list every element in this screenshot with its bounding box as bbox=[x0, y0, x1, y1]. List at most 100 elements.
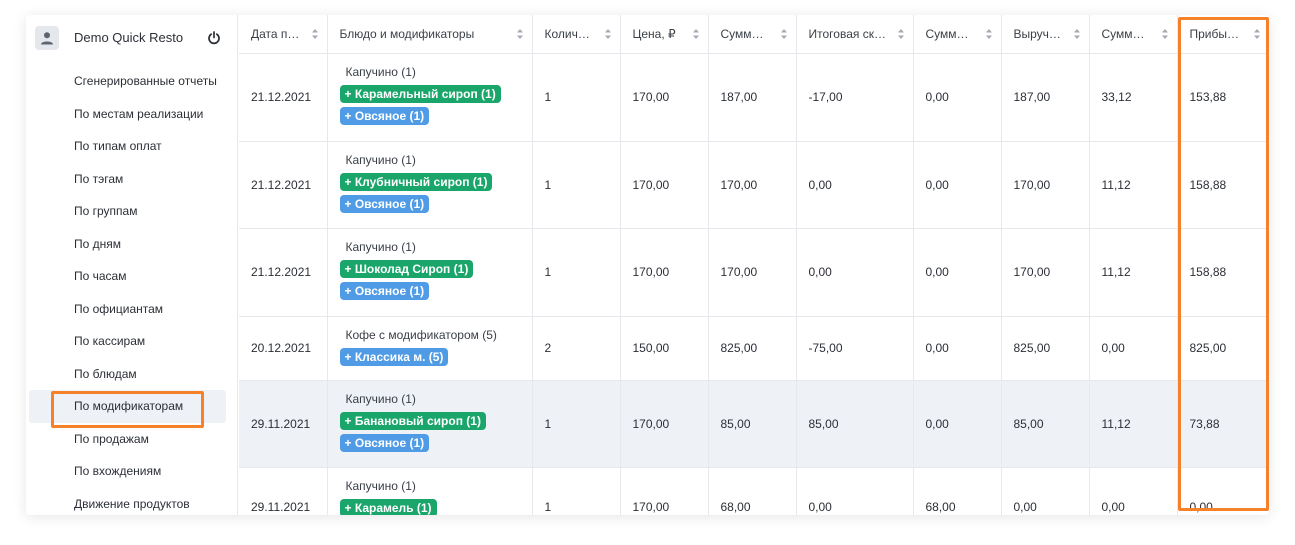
menu-item-days[interactable]: По дням bbox=[26, 228, 238, 261]
cell-cost: 11,12 bbox=[1089, 141, 1178, 229]
cell-discount: 85,00 bbox=[796, 380, 914, 468]
cell-dish: Капучино (1) + Карамельный сироп (1) + Овс… bbox=[327, 53, 533, 142]
sort-icon[interactable] bbox=[604, 28, 612, 40]
menu-item-dishes[interactable]: По блюдам bbox=[26, 358, 238, 391]
cell-price: 170,00 bbox=[620, 141, 709, 229]
cell-date: 21.12.2021 bbox=[239, 141, 328, 229]
modifier-tag: + Овсяное (1) bbox=[339, 433, 430, 452]
menu-item-entries[interactable]: По вхождениям bbox=[26, 455, 238, 488]
user-icon[interactable] bbox=[35, 26, 59, 50]
menu-item-generated[interactable]: Сгенерированные отчеты bbox=[26, 65, 238, 98]
report-menu: Сгенерированные отчеты По местам реализа… bbox=[26, 65, 238, 515]
cell-revenue: 170,00 bbox=[1001, 141, 1090, 229]
menu-item-modifiers[interactable]: По модификаторам bbox=[29, 390, 226, 423]
user-row[interactable]: Demo Quick Resto bbox=[26, 15, 238, 61]
dish-name: Капучино (1) bbox=[345, 239, 416, 254]
sidebar: Demo Quick Resto Сгенерированные отчеты … bbox=[26, 15, 238, 515]
sort-icon[interactable] bbox=[1073, 28, 1081, 40]
menu-item-waiters[interactable]: По официантам bbox=[26, 293, 238, 326]
header-label: Количес... bbox=[544, 27, 594, 42]
cell-cost: 33,12 bbox=[1089, 53, 1178, 142]
cell-profit: 153,88 bbox=[1177, 53, 1269, 142]
menu-item-payment-types[interactable]: По типам оплат bbox=[26, 130, 238, 163]
header-label: Сумма в... bbox=[925, 27, 975, 42]
header-col-revenue[interactable]: Выручка... bbox=[1001, 15, 1090, 54]
sort-icon[interactable] bbox=[780, 28, 788, 40]
menu-item-sales[interactable]: По продажам bbox=[26, 423, 238, 456]
cell-discount: 0,00 bbox=[796, 467, 914, 515]
cell-dish: Капучино (1) + Шоколад Сироп (1) + Овсяное… bbox=[327, 228, 533, 317]
table-row[interactable]: 21.12.2021 Капучино (1) + Шоколад Сироп (1… bbox=[239, 228, 1269, 317]
sort-icon[interactable] bbox=[897, 28, 905, 40]
header-col-sum-v[interactable]: Сумма в... bbox=[913, 15, 1002, 54]
cell-date: 21.12.2021 bbox=[239, 53, 328, 142]
sort-icon[interactable] bbox=[1161, 28, 1169, 40]
menu-item-product-movement[interactable]: Движение продуктов bbox=[26, 488, 238, 516]
cell-sum: 187,00 bbox=[708, 53, 797, 142]
menu-item-hours[interactable]: По часам bbox=[26, 260, 238, 293]
header-col-dish[interactable]: Блюдо и модификаторы bbox=[327, 15, 533, 54]
header-col-cost[interactable]: Сумма с... bbox=[1089, 15, 1178, 54]
cell-profit: 825,00 bbox=[1177, 316, 1269, 381]
menu-item-places[interactable]: По местам реализации bbox=[26, 98, 238, 131]
table-row[interactable]: 29.11.2021 Капучино (1) + Карамель (1) 1 170… bbox=[239, 467, 1269, 515]
cell-cost: 0,00 bbox=[1089, 467, 1178, 515]
cell-cost: 11,12 bbox=[1089, 228, 1178, 317]
cell-date: 21.12.2021 bbox=[239, 228, 328, 317]
cell-price: 170,00 bbox=[620, 380, 709, 468]
header-col-sum[interactable]: Сумма п... bbox=[708, 15, 797, 54]
menu-item-cashiers[interactable]: По кассирам bbox=[26, 325, 238, 358]
cell-discount: -17,00 bbox=[796, 53, 914, 142]
table-row[interactable]: 20.12.2021 Кофе с модификатором (5) + Клас… bbox=[239, 316, 1269, 381]
header-label: Сумма с... bbox=[1101, 27, 1151, 42]
cell-sum: 85,00 bbox=[708, 380, 797, 468]
cell-discount: 0,00 bbox=[796, 141, 914, 229]
header-label: Итоговая ски... bbox=[808, 27, 887, 42]
header-col-profit[interactable]: Прибыл... bbox=[1177, 15, 1269, 54]
header-label: Выручка... bbox=[1013, 27, 1063, 42]
header-col-discount[interactable]: Итоговая ски... bbox=[796, 15, 914, 54]
sort-icon[interactable] bbox=[692, 28, 700, 40]
cell-date: 29.11.2021 bbox=[239, 467, 328, 515]
sort-icon[interactable] bbox=[311, 28, 319, 40]
cell-cost: 11,12 bbox=[1089, 380, 1178, 468]
cell-date: 20.12.2021 bbox=[239, 316, 328, 381]
cell-discount: -75,00 bbox=[796, 316, 914, 381]
cell-sum: 170,00 bbox=[708, 141, 797, 229]
modifier-tag: + Овсяное (1) bbox=[339, 106, 430, 125]
cell-dish: Капучино (1) + Карамель (1) bbox=[327, 467, 533, 515]
cell-sum-v: 0,00 bbox=[913, 53, 1002, 142]
sort-icon[interactable] bbox=[1253, 28, 1261, 40]
cell-sum-v: 68,00 bbox=[913, 467, 1002, 515]
cell-dish: Кофе с модификатором (5) + Классика м. (5… bbox=[327, 316, 533, 381]
header-col-price[interactable]: Цена, ₽ bbox=[620, 15, 709, 54]
cell-sum-v: 0,00 bbox=[913, 228, 1002, 317]
sort-icon[interactable] bbox=[985, 28, 993, 40]
cell-sum-v: 0,00 bbox=[913, 316, 1002, 381]
header-col-qty[interactable]: Количес... bbox=[532, 15, 621, 54]
modifier-tag: + Классика м. (5) bbox=[339, 347, 449, 366]
user-name: Demo Quick Resto bbox=[74, 30, 184, 45]
cell-sum: 170,00 bbox=[708, 228, 797, 317]
table-row[interactable]: 29.11.2021 Капучино (1) + Банановый сироп … bbox=[239, 380, 1269, 468]
report-table-container[interactable]: Дата пр... Блюдо и модификаторы Количес...… bbox=[239, 15, 1269, 515]
modifier-tag: + Шоколад Сироп (1) bbox=[339, 259, 474, 278]
cell-sum: 68,00 bbox=[708, 467, 797, 515]
table-row[interactable]: 21.12.2021 Капучино (1) + Клубничный сироп… bbox=[239, 141, 1269, 229]
menu-item-groups[interactable]: По группам bbox=[26, 195, 238, 228]
cell-profit: 158,88 bbox=[1177, 141, 1269, 229]
sort-icon[interactable] bbox=[516, 28, 524, 40]
modifier-tag: + Овсяное (1) bbox=[339, 194, 430, 213]
cell-qty: 1 bbox=[532, 467, 621, 515]
header-label: Сумма п... bbox=[720, 27, 770, 42]
table-row[interactable]: 21.12.2021 Капучино (1) + Карамельный сиро… bbox=[239, 53, 1269, 142]
modifier-tag: + Овсяное (1) bbox=[339, 281, 430, 300]
cell-revenue: 170,00 bbox=[1001, 228, 1090, 317]
header-label: Цена, ₽ bbox=[632, 27, 676, 42]
modifier-tag: + Карамельный сироп (1) bbox=[339, 84, 501, 103]
menu-item-tags[interactable]: По тэгам bbox=[26, 163, 238, 196]
dish-name: Капучино (1) bbox=[345, 478, 416, 493]
header-col-date[interactable]: Дата пр... bbox=[239, 15, 328, 54]
power-icon[interactable] bbox=[207, 30, 221, 46]
cell-sum-v: 0,00 bbox=[913, 380, 1002, 468]
